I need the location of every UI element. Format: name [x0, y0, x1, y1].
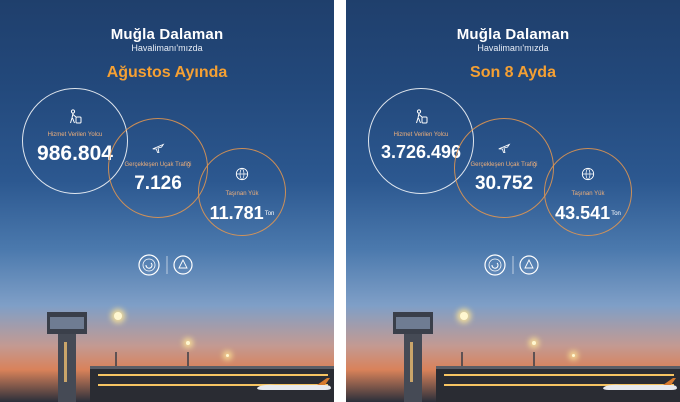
infographic-panel-monthly: Muğla Dalaman Havalimanı'mızda Ağustos A… — [0, 0, 334, 402]
ministry-seal-icon — [484, 254, 506, 276]
control-tower — [393, 312, 433, 402]
floodlight-icon — [114, 312, 122, 320]
period-heading: Son 8 Ayda — [470, 64, 556, 81]
floodlight-icon — [460, 312, 468, 320]
airport-title: Muğla Dalaman — [456, 26, 570, 43]
terminal-building — [90, 352, 334, 402]
cargo-globe-icon — [235, 167, 249, 181]
dhmi-emblem-icon — [173, 255, 193, 275]
passengers-label: Hizmet Verilen Yolcu — [393, 132, 449, 138]
flights-value: 30.752 — [474, 173, 534, 194]
flights-value: 7.126 — [134, 173, 182, 194]
flights-stat-circle: Gerçekleşen Uçak Trafiği 30.752 — [454, 118, 554, 218]
infographic-panel-eight-months: Muğla Dalaman Havalimanı'mızda Son 8 Ayd… — [346, 0, 680, 402]
cargo-unit: Ton — [611, 211, 621, 218]
airplane-icon — [498, 143, 511, 153]
flights-label: Gerçekleşen Uçak Trafiği — [124, 162, 192, 168]
airport-subtitle: Havalimanı'mızda — [477, 43, 549, 53]
ministry-seal-icon — [138, 254, 160, 276]
cargo-unit: Ton — [264, 211, 275, 218]
cargo-label: Taşınan Yük — [571, 191, 605, 197]
control-tower — [47, 312, 87, 402]
floodlight-icon — [186, 341, 190, 345]
cargo-stat-circle: Taşınan Yük 43.541Ton — [544, 148, 632, 236]
cargo-value-line: 11.781Ton — [199, 203, 285, 224]
institution-logos — [484, 254, 539, 276]
panel-divider — [334, 0, 346, 402]
airplane-icon — [152, 143, 165, 153]
cargo-globe-icon — [581, 167, 595, 181]
flights-label: Gerçekleşen Uçak Trafiği — [470, 162, 538, 168]
dhmi-emblem-icon — [519, 255, 539, 275]
terminal-building — [436, 352, 680, 402]
cargo-label: Taşınan Yük — [225, 191, 259, 197]
passenger-luggage-icon — [416, 109, 428, 124]
institution-logos — [138, 254, 193, 276]
airport-subtitle: Havalimanı'mızda — [131, 43, 203, 53]
airport-title: Muğla Dalaman — [110, 26, 224, 43]
flights-stat-circle: Gerçekleşen Uçak Trafiği 7.126 — [108, 118, 208, 218]
passengers-label: Hizmet Verilen Yolcu — [47, 132, 103, 138]
floodlight-icon — [532, 341, 536, 345]
cargo-stat-circle: Taşınan Yük 11.781Ton — [198, 148, 286, 236]
cargo-value: 43.541 — [555, 203, 611, 223]
passenger-luggage-icon — [70, 109, 82, 124]
period-heading: Ağustos Ayında — [106, 64, 228, 81]
parked-aircraft — [603, 378, 677, 390]
cargo-value: 11.781 — [209, 203, 264, 223]
parked-aircraft — [257, 378, 331, 390]
cargo-value-line: 43.541Ton — [545, 203, 631, 224]
